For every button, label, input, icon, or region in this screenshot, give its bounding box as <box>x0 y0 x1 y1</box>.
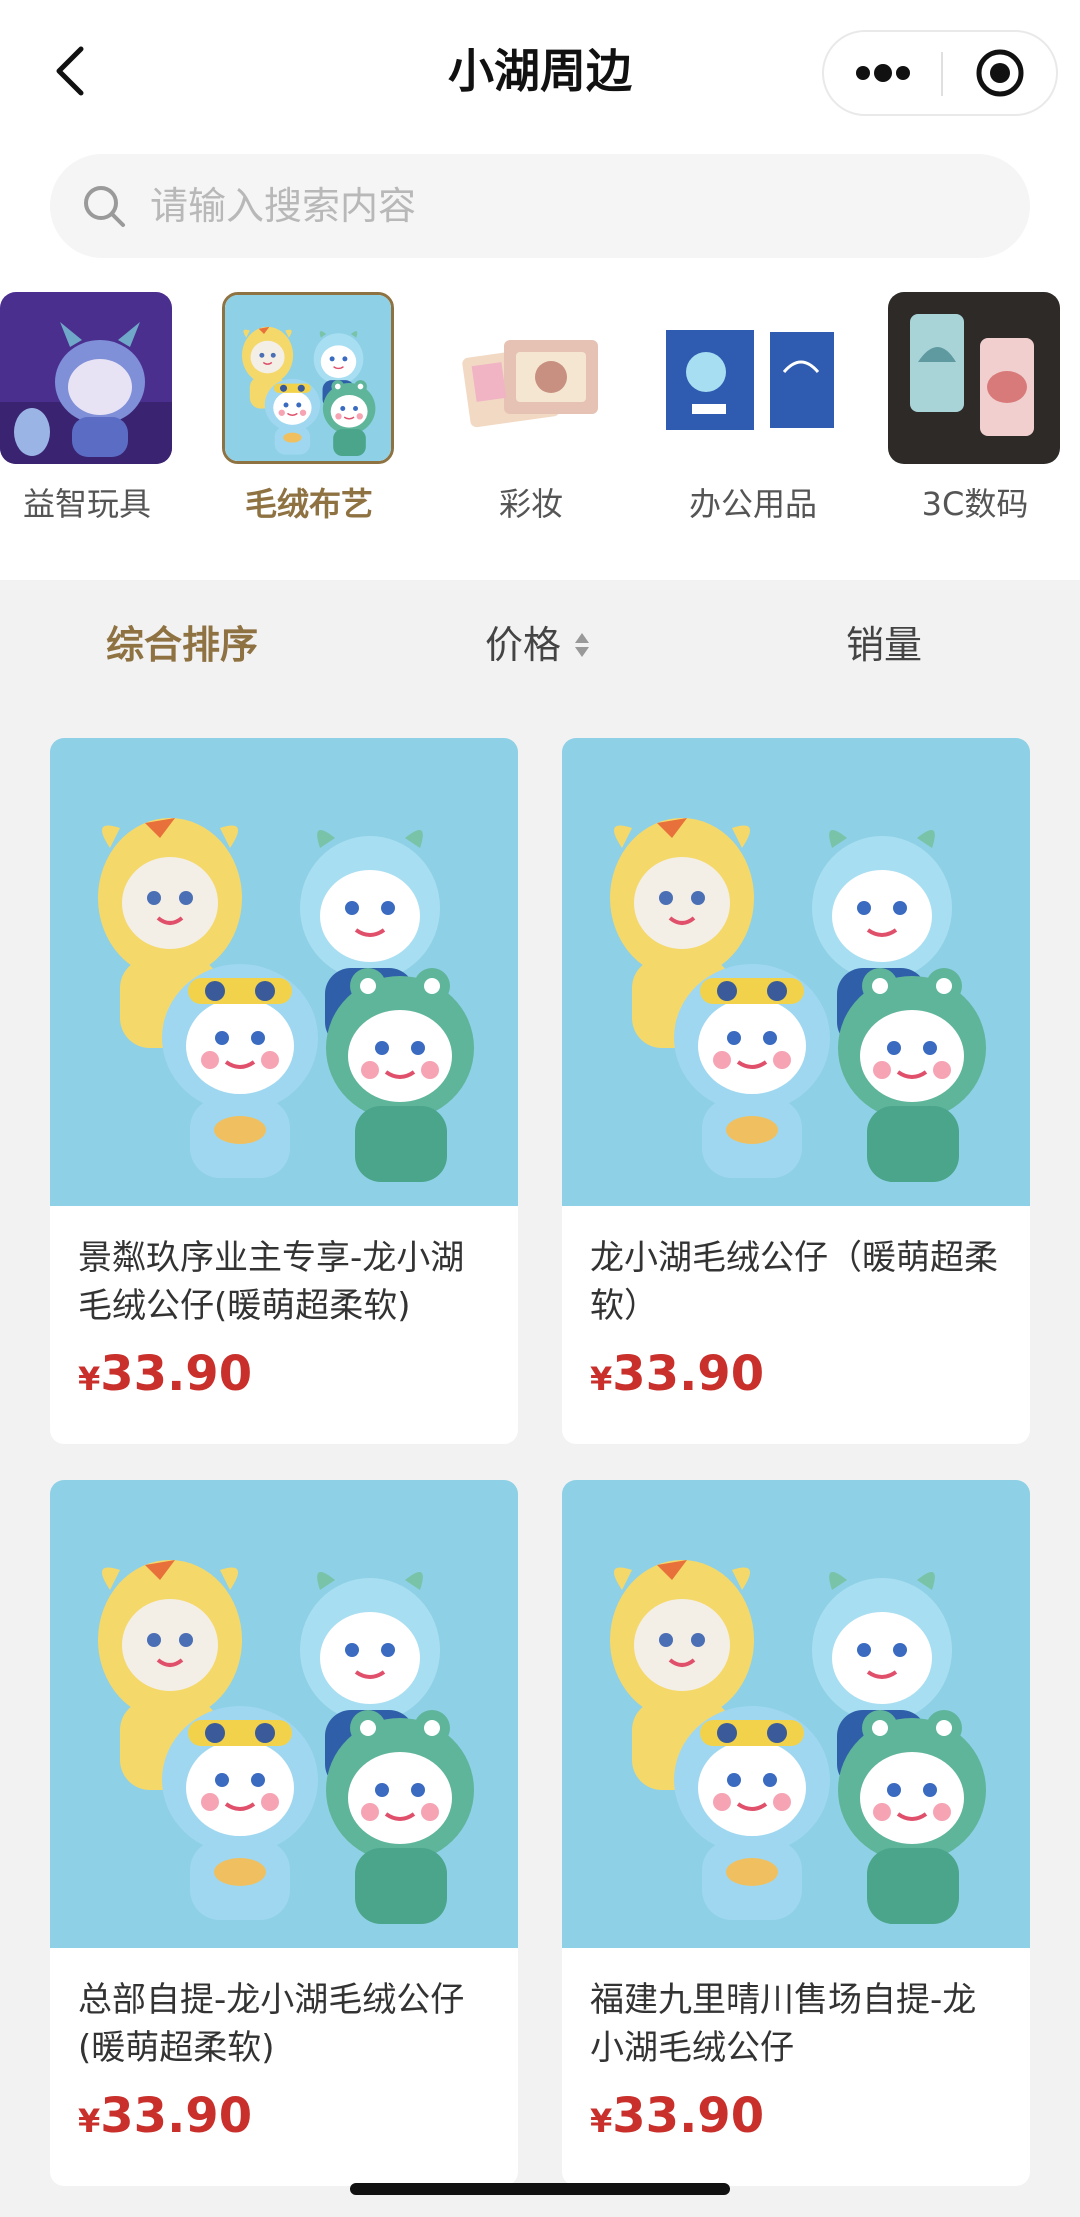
sort-bar: 综合排序 价格 销量 <box>0 585 1080 705</box>
category-3c-digital[interactable]: 3C数码 <box>888 292 1062 542</box>
currency-symbol: ¥ <box>78 2102 101 2140</box>
category-thumbnail <box>222 292 394 464</box>
more-button[interactable] <box>824 32 942 114</box>
price-value: 33.90 <box>100 2088 253 2144</box>
product-title: 龙小湖毛绒公仔（暖萌超柔软） <box>590 1238 998 1326</box>
sort-composite[interactable]: 综合排序 <box>106 585 258 705</box>
product-image <box>562 738 1030 1206</box>
sort-sales[interactable]: 销量 <box>846 585 922 705</box>
product-title: 总部自提-龙小湖毛绒公仔(暖萌超柔软) <box>78 1980 465 2068</box>
product-price: ¥33.90 <box>78 1346 252 1406</box>
mini-program-capsule <box>822 30 1058 116</box>
product-price: ¥33.90 <box>590 1346 764 1406</box>
product-card[interactable]: 景粼玖序业主专享-龙小湖毛绒公仔(暖萌超柔软) ¥33.90 <box>50 738 518 1444</box>
currency-symbol: ¥ <box>590 2102 613 2140</box>
product-price: ¥33.90 <box>590 2088 764 2148</box>
more-dots-icon <box>856 64 910 82</box>
product-title: 景粼玖序业主专享-龙小湖毛绒公仔(暖萌超柔软) <box>78 1238 465 1326</box>
sort-arrows-icon <box>575 632 590 657</box>
search-placeholder: 请输入搜索内容 <box>150 184 417 228</box>
category-thumbnail <box>888 292 1060 464</box>
search-icon <box>84 186 125 227</box>
category-office-supplies[interactable]: 办公用品 <box>666 292 840 542</box>
product-price: ¥33.90 <box>78 2088 252 2148</box>
product-card[interactable]: 龙小湖毛绒公仔（暖萌超柔软） ¥33.90 <box>562 738 1030 1444</box>
price-value: 33.90 <box>612 1346 765 1402</box>
category-makeup[interactable]: 彩妆 <box>444 292 618 542</box>
product-image <box>50 1480 518 1948</box>
product-card[interactable]: 福建九里晴川售场自提-龙小湖毛绒公仔 ¥33.90 <box>562 1480 1030 2186</box>
category-label: 毛绒布艺 <box>244 485 373 523</box>
product-card[interactable]: 总部自提-龙小湖毛绒公仔(暖萌超柔软) ¥33.90 <box>50 1480 518 2186</box>
category-thumbnail <box>0 292 172 464</box>
product-image <box>50 738 518 1206</box>
product-title: 福建九里晴川售场自提-龙小湖毛绒公仔 <box>590 1980 977 2068</box>
sort-price-label: 价格 <box>485 623 562 667</box>
category-label: 办公用品 <box>688 485 817 523</box>
target-icon <box>976 49 1023 97</box>
category-label: 益智玩具 <box>22 485 151 523</box>
navbar: 小湖周边 <box>0 0 1080 145</box>
category-thumbnail <box>666 292 838 464</box>
currency-symbol: ¥ <box>78 1360 101 1398</box>
close-mini-program-button[interactable] <box>943 32 1056 114</box>
category-label: 彩妆 <box>498 485 563 523</box>
category-label: 3C数码 <box>921 485 1029 523</box>
category-plush-fabric[interactable]: 毛绒布艺 <box>222 292 396 542</box>
currency-symbol: ¥ <box>590 1360 613 1398</box>
top-panel: 小湖周边 请输入搜索内容 益智玩具 毛绒布艺 彩妆 办公用品 3C数码 <box>0 0 1080 580</box>
product-image <box>562 1480 1030 1948</box>
home-indicator[interactable] <box>350 2183 730 2195</box>
search-input[interactable]: 请输入搜索内容 <box>50 154 1030 258</box>
sort-price[interactable]: 价格 <box>485 585 591 705</box>
category-thumbnail <box>444 292 616 464</box>
category-educational-toys[interactable]: 益智玩具 <box>0 292 174 542</box>
price-value: 33.90 <box>612 2088 765 2144</box>
price-value: 33.90 <box>100 1346 253 1402</box>
